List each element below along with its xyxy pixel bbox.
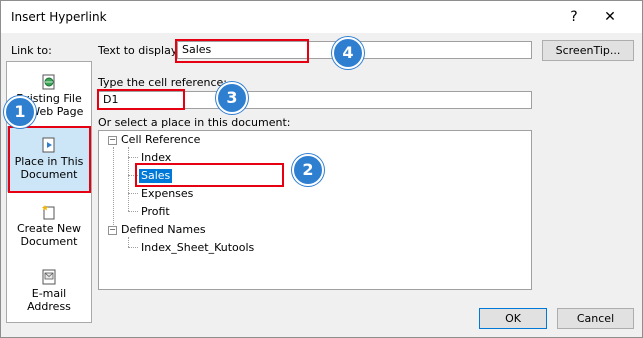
sidebar-item-place-in-document[interactable]: Place in This Document <box>7 126 91 192</box>
dialog-title: Insert Hyperlink <box>11 10 107 24</box>
title-bar: Insert Hyperlink ? ✕ <box>1 1 642 33</box>
tree-node-sheet-selected[interactable]: Sales <box>139 169 173 183</box>
document-place-icon <box>42 137 55 153</box>
tree-guide-line <box>128 247 138 248</box>
email-icon <box>42 269 56 285</box>
sidebar-item-label: Address <box>27 300 71 313</box>
tree-collapse-icon[interactable]: − <box>108 136 117 145</box>
cancel-button[interactable]: Cancel <box>557 308 634 329</box>
tree-node-sheet[interactable]: Index <box>141 151 171 165</box>
cell-reference-label: Type the cell reference: <box>98 76 227 89</box>
sidebar-item-label: Document <box>20 168 78 181</box>
web-page-icon <box>42 74 55 90</box>
tree-guide-line <box>128 175 138 176</box>
tree-guide-line <box>128 237 129 247</box>
select-place-label: Or select a place in this document: <box>98 116 291 129</box>
tree-node-sheet[interactable]: Expenses <box>141 187 193 201</box>
sidebar-item-label: E-mail <box>31 287 67 300</box>
tree-node-sheet[interactable]: Profit <box>141 205 170 219</box>
tree-node-cell-reference[interactable]: Cell Reference <box>121 133 200 147</box>
sidebar-item-create-new-document[interactable]: Create New Document <box>7 204 91 252</box>
tree-collapse-icon[interactable]: − <box>108 226 117 235</box>
tree-guide-line <box>128 211 138 212</box>
insert-hyperlink-dialog: Insert Hyperlink ? ✕ Link to: Existing F… <box>0 0 643 338</box>
screentip-button[interactable]: ScreenTip... <box>542 40 634 61</box>
link-to-label: Link to: <box>11 44 52 57</box>
help-button[interactable]: ? <box>563 6 585 28</box>
sidebar-item-email-address[interactable]: E-mail Address <box>7 269 91 317</box>
tree-guide-line <box>113 147 114 231</box>
step-callout-1: 1 <box>4 96 36 128</box>
text-to-display-label: Text to display: <box>98 44 181 57</box>
step-callout-2: 2 <box>292 154 324 186</box>
tree-guide-line <box>128 157 138 158</box>
sidebar-item-label: Place in This <box>14 155 84 168</box>
sidebar-item-label: Create New <box>16 222 82 235</box>
step-callout-3: 3 <box>216 82 248 114</box>
place-tree[interactable]: − Cell Reference Index Sales Expenses Pr… <box>98 130 532 290</box>
sidebar-item-label: Document <box>20 235 78 248</box>
ok-button[interactable]: OK <box>479 308 547 329</box>
cell-reference-input[interactable]: D1 <box>98 91 532 109</box>
tree-node-name[interactable]: Index_Sheet_Kutools <box>141 241 254 255</box>
new-document-icon <box>42 205 55 220</box>
tree-node-defined-names[interactable]: Defined Names <box>121 223 206 237</box>
tree-guide-line <box>128 193 138 194</box>
step-callout-4: 4 <box>332 37 364 69</box>
close-button[interactable]: ✕ <box>599 6 621 28</box>
